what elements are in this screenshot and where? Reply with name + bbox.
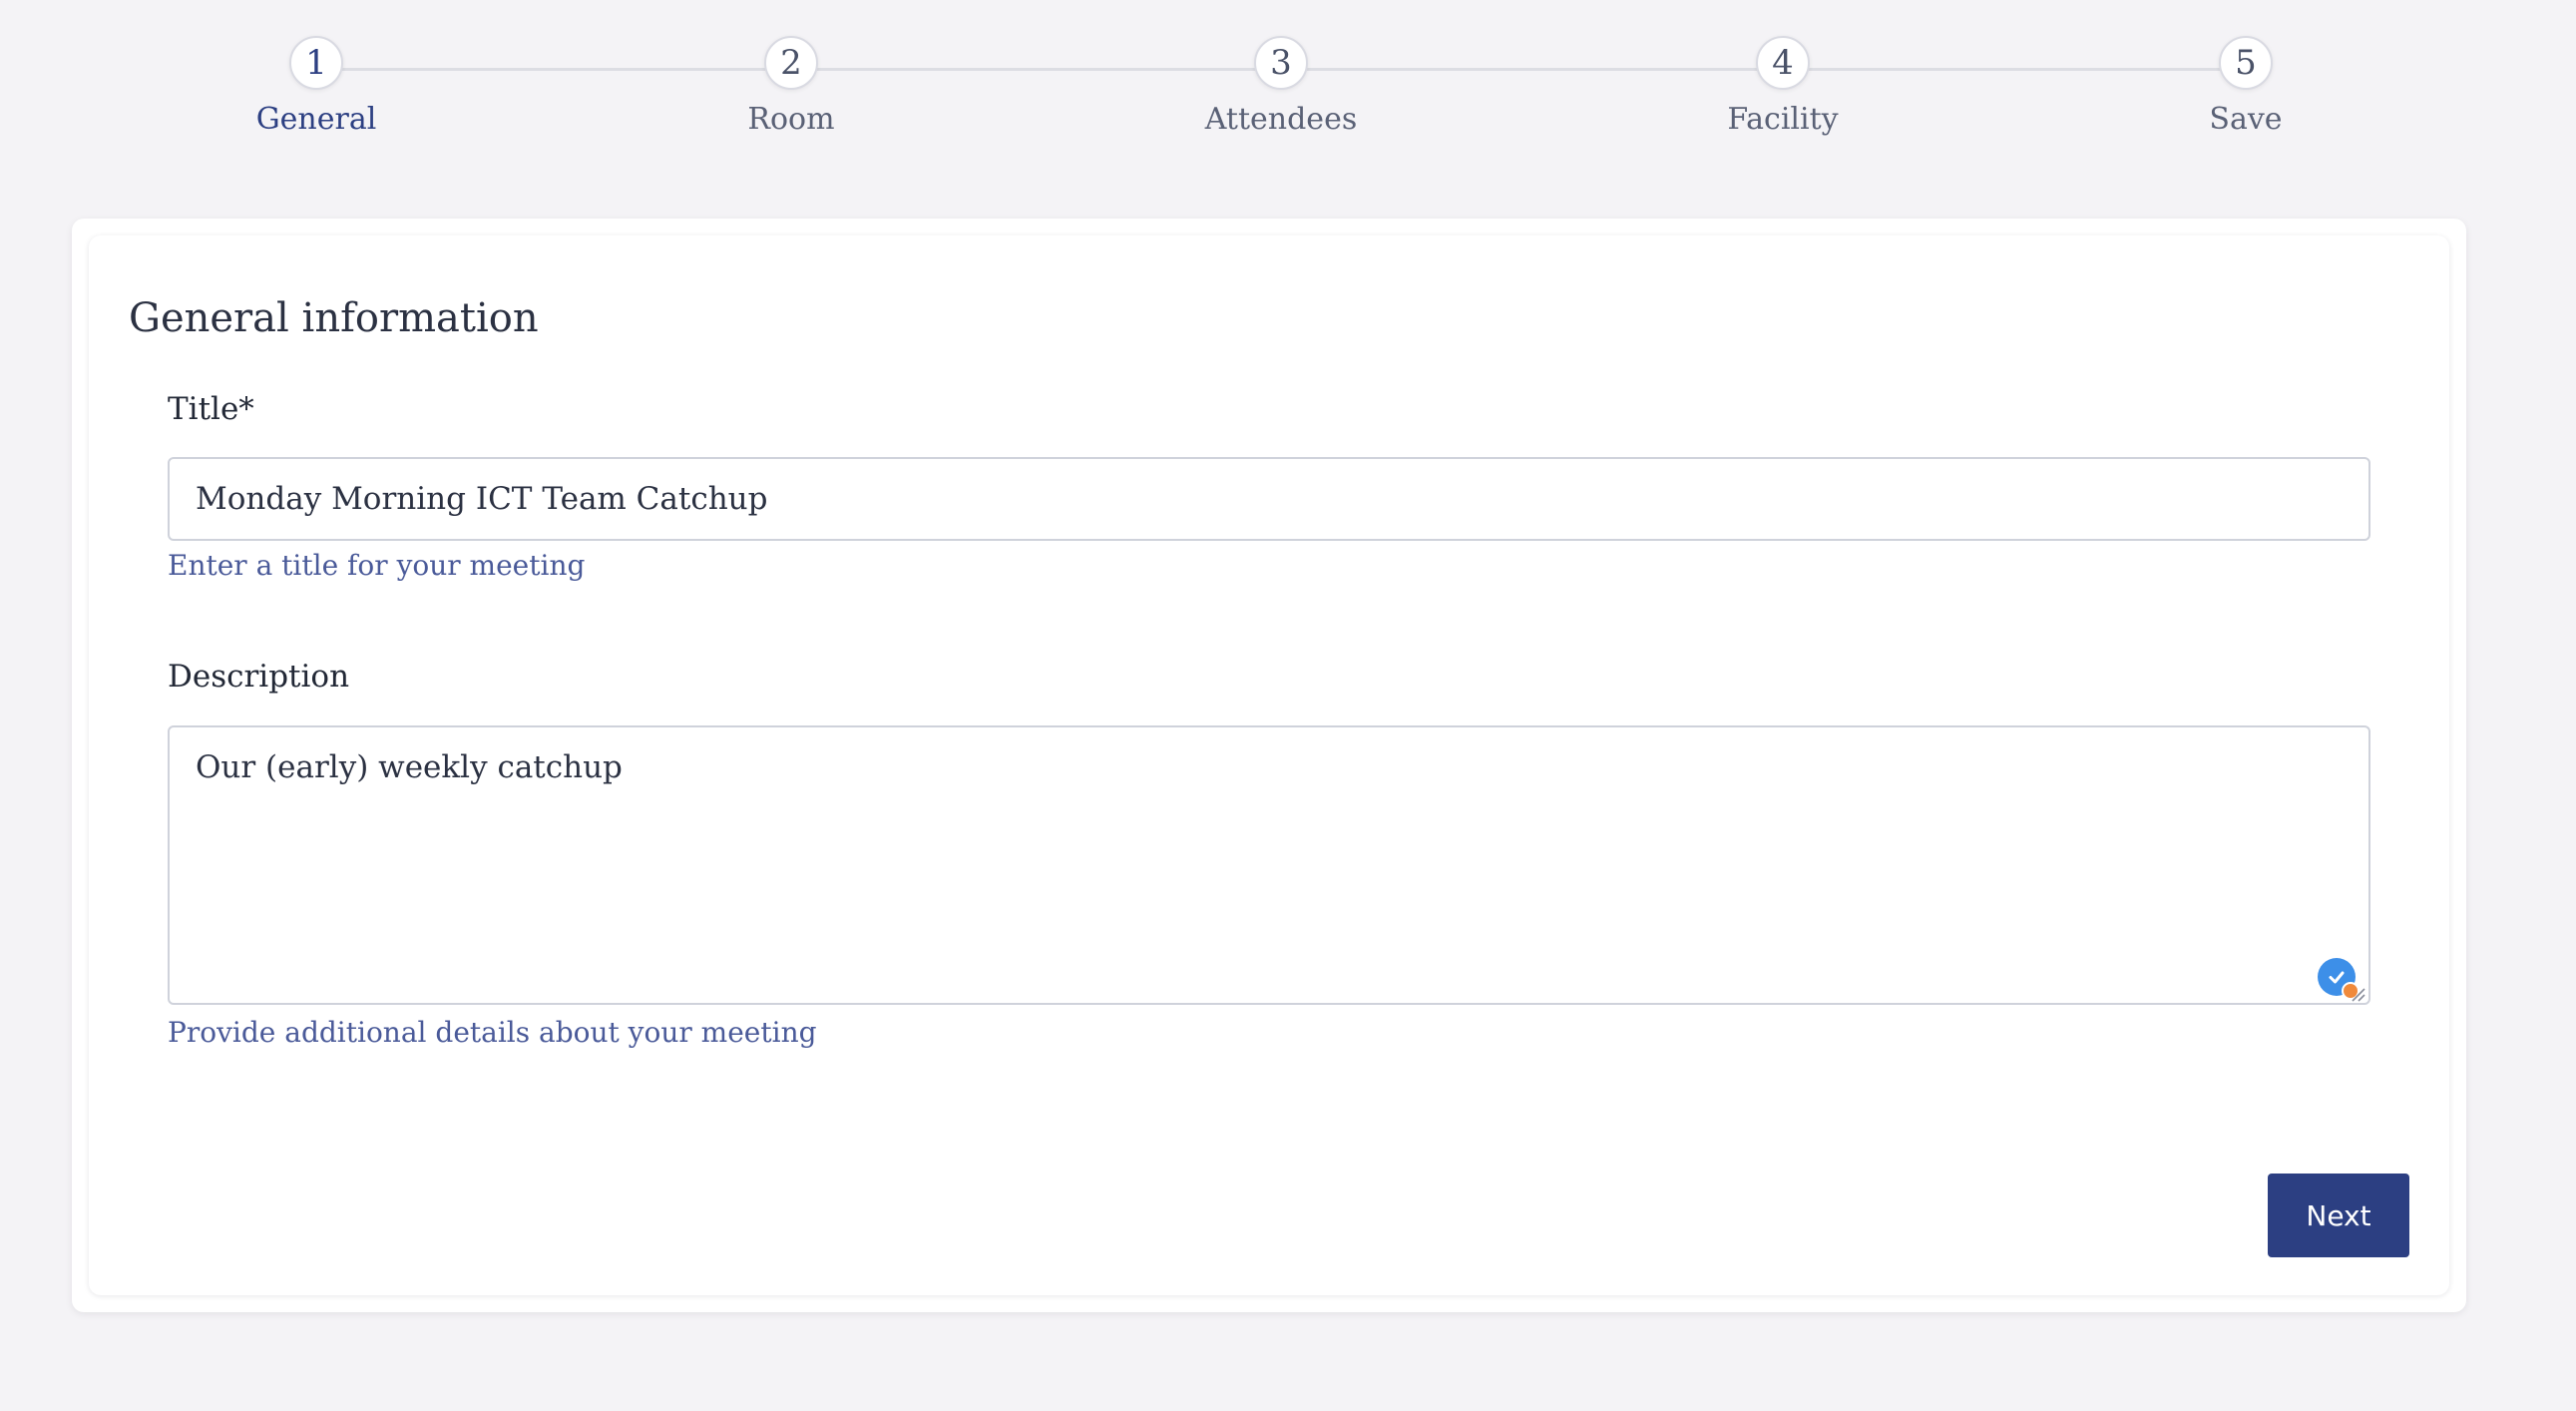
step-facility[interactable]: 4 Facility (1633, 36, 1932, 137)
section-heading: General information (129, 295, 539, 341)
resize-grip-icon[interactable] (2350, 986, 2365, 1002)
title-help-text: Enter a title for your meeting (168, 549, 586, 582)
step-label: Save (2209, 102, 2283, 137)
step-attendees[interactable]: 3 Attendees (1131, 36, 1431, 137)
step-room[interactable]: 2 Room (642, 36, 941, 137)
step-label: General (255, 102, 377, 137)
step-label: Facility (1727, 102, 1839, 137)
title-input[interactable] (168, 457, 2370, 541)
step-number-circle: 1 (289, 36, 343, 90)
step-number-circle: 2 (764, 36, 818, 90)
general-information-panel: General information Title* Enter a title… (89, 235, 2449, 1295)
step-number-circle: 5 (2219, 36, 2273, 90)
description-help-text: Provide additional details about your me… (168, 1016, 817, 1049)
step-number-circle: 3 (1254, 36, 1308, 90)
description-label: Description (168, 659, 350, 695)
step-label: Attendees (1204, 102, 1358, 137)
step-save[interactable]: 5 Save (2096, 36, 2395, 137)
description-textarea[interactable]: Our (early) weekly catchup (168, 725, 2370, 1005)
next-button[interactable]: Next (2268, 1174, 2409, 1257)
progress-stepper: 1 General 2 Room 3 Attendees 4 Facility … (0, 0, 2576, 180)
step-label: Room (747, 102, 835, 137)
form-card: General information Title* Enter a title… (72, 219, 2466, 1312)
title-label: Title* (168, 391, 254, 427)
step-general[interactable]: 1 General (167, 36, 466, 137)
step-number-circle: 4 (1756, 36, 1810, 90)
